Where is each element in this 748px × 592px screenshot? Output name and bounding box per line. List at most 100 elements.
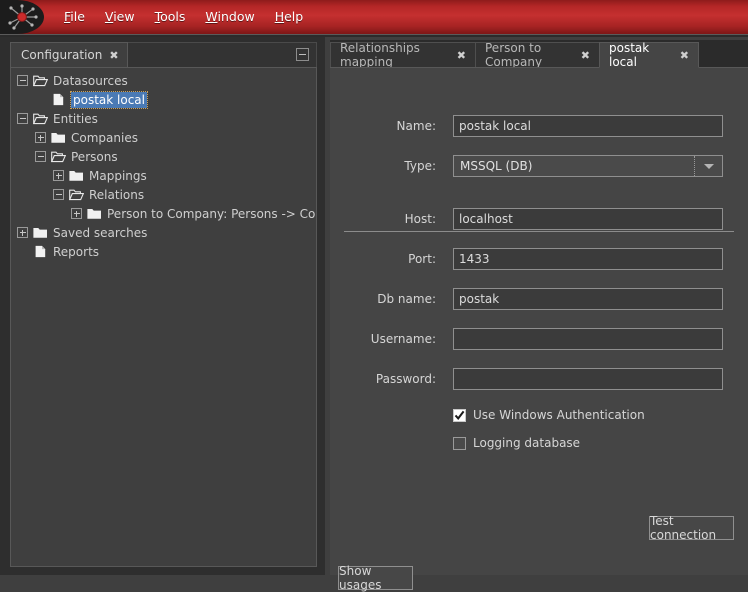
document-icon [51,93,66,106]
host-label: Host: [404,212,436,226]
configuration-tree[interactable]: Datasources postak local Entities Companies… [10,67,317,567]
password-input[interactable] [453,368,723,390]
username-input[interactable] [453,328,723,350]
logging-database-row[interactable]: Logging database [453,435,580,451]
tab-close-icon[interactable]: ✖ [581,50,590,61]
folder-open-icon [32,74,49,87]
tab-relationships-mapping[interactable]: Relationships mapping ✖ [330,41,476,69]
field-row-password: Password: [330,368,748,390]
chevron-down-icon[interactable] [694,156,722,176]
tab-close-icon[interactable]: ✖ [457,50,466,61]
type-label: Type: [404,159,436,173]
db-name-label: Db name: [377,292,436,306]
port-label: Port: [408,252,436,266]
folder-open-icon [68,188,85,201]
tree-item-label: Relations [89,187,145,202]
menu-window[interactable]: Window [197,6,262,28]
collapse-icon[interactable] [53,189,64,200]
name-label: Name: [396,119,436,133]
db-name-input[interactable]: postak [453,288,723,310]
tab-configuration-close-icon[interactable]: ✖ [109,50,118,61]
tree-item-label: Saved searches [53,225,148,240]
editor-dock-panel: Relationships mapping ✖ Person to Company ✖… [330,40,748,592]
configuration-tab-strip: Configuration ✖ [0,42,325,68]
field-row-port: Port: 1433 [330,248,748,270]
configuration-tab-strip-filler [115,42,317,67]
tab-postak-local[interactable]: postak local ✖ [599,41,699,69]
type-dropdown-value: MSSQL (DB) [460,159,533,173]
tree-item-label: Reports [53,244,100,259]
tab-label: Person to Company [485,41,543,69]
field-row-host: Host: localhost [330,208,748,230]
collapse-icon[interactable] [35,151,46,162]
port-input[interactable]: 1433 [453,248,723,270]
host-input[interactable]: localhost [453,208,723,230]
menu-tools[interactable]: Tools [147,6,194,28]
logging-database-label: Logging database [473,436,581,450]
test-connection-button[interactable]: Test connection [649,514,734,542]
use-windows-authentication-checkbox[interactable] [453,408,466,422]
tree-item-person-to-company-persons-companies[interactable]: Person to Company: Persons -> Companies … [11,204,316,223]
tree-item-postak-local[interactable]: postak local [11,90,316,109]
left-dock-panel: Configuration ✖ Datasources postak local E… [0,37,325,575]
tree-item-label: Entities [53,111,98,126]
folder-closed-icon [51,131,66,144]
menu-help[interactable]: Help [267,6,312,28]
menu-items: File View Tools Window Help [56,0,311,34]
network-graph-icon [8,4,38,30]
checkmark-icon [454,410,465,420]
tree-item-datasources[interactable]: Datasources [11,71,316,90]
use-windows-authentication-row[interactable]: Use Windows Authentication [453,407,645,423]
tree-item-persons[interactable]: Persons [11,147,316,166]
field-row-username: Username: [330,328,748,350]
expand-icon[interactable] [71,208,82,219]
tree-item-entities[interactable]: Entities [11,109,316,128]
editor-tab-strip-filler [698,42,748,68]
tab-label: postak local [609,41,650,69]
tree-item-label: Companies [71,130,138,145]
username-label: Username: [370,332,436,346]
show-usages-button[interactable]: Show usages [338,564,413,592]
tab-configuration[interactable]: Configuration ✖ [10,42,128,67]
editor-tab-strip: Relationships mapping ✖ Person to Company ✖… [330,41,748,69]
logging-database-checkbox[interactable] [453,436,466,450]
menu-file[interactable]: File [56,6,93,28]
collapse-icon[interactable] [17,113,28,124]
app-logo [0,0,44,34]
document-icon [33,245,48,258]
password-label: Password: [375,372,436,386]
form-separator [344,231,734,232]
expand-icon[interactable] [53,170,64,181]
tree-item-label: Mappings [89,168,147,183]
datasource-editor-form: Name: postak local Type: MSSQL (DB) Host… [330,67,748,592]
folder-closed-icon [69,169,84,182]
tree-item-saved-searches[interactable]: Saved searches [11,223,316,242]
expand-icon[interactable] [17,227,28,238]
type-dropdown[interactable]: MSSQL (DB) [453,155,723,177]
name-input[interactable]: postak local [453,115,723,137]
menu-view[interactable]: View [97,6,143,28]
tab-close-icon[interactable]: ✖ [680,50,689,61]
folder-closed-icon [87,207,102,220]
tree-item-companies[interactable]: Companies [11,128,316,147]
tree-item-label: Person to Company: Persons -> Companies … [107,206,316,221]
folder-closed-icon [33,226,48,239]
folder-open-icon [32,112,49,125]
menu-bar: File View Tools Window Help [0,0,748,37]
expand-icon[interactable] [35,132,46,143]
tab-label: Relationships mapping [340,41,420,69]
field-row-type: Type: MSSQL (DB) [330,155,748,177]
tab-person-to-company[interactable]: Person to Company ✖ [475,41,600,69]
tree-item-relations[interactable]: Relations [11,185,316,204]
tree-item-reports[interactable]: Reports [11,242,316,261]
folder-open-icon [50,150,67,163]
minimize-panel-button[interactable] [296,48,309,61]
collapse-icon[interactable] [17,75,28,86]
field-row-name: Name: postak local [330,115,748,137]
use-windows-authentication-label: Use Windows Authentication [473,408,645,422]
tree-item-label: Persons [71,149,118,164]
tab-configuration-label: Configuration [21,48,103,62]
tree-item-mappings[interactable]: Mappings [11,166,316,185]
